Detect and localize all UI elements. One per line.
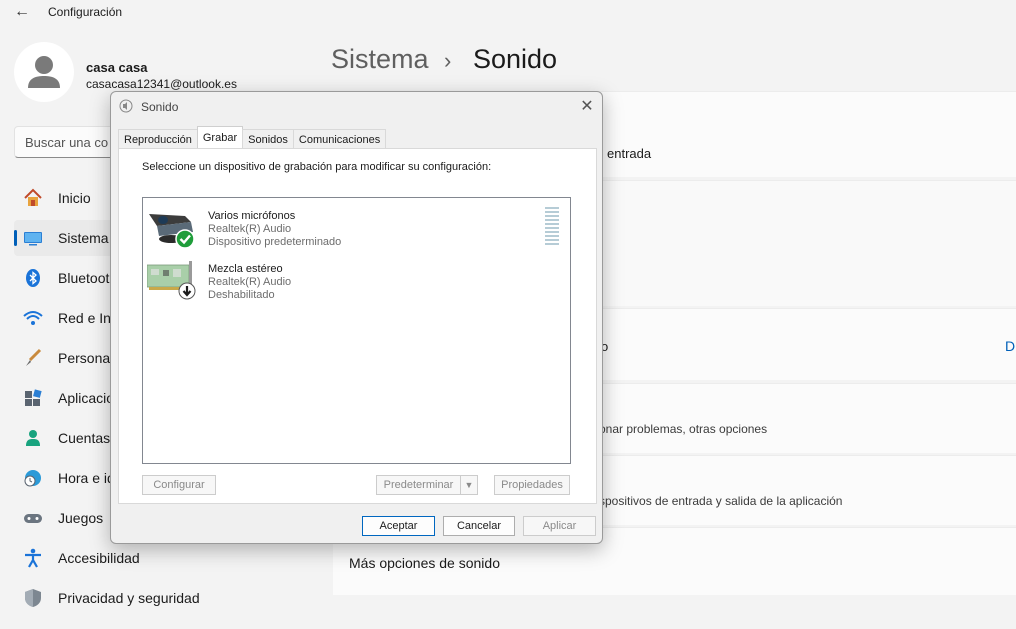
sidebar-item-label: Hora e id <box>58 470 115 486</box>
sidebar-item-label: Bluetoot <box>58 270 110 286</box>
sidebar-item-time-language[interactable]: Hora e id <box>14 460 115 496</box>
accounts-icon <box>22 427 44 449</box>
configure-button[interactable]: Configurar <box>142 475 216 495</box>
tab-sounds[interactable]: Sonidos <box>242 129 294 149</box>
sidebar-item-personalization[interactable]: Personal <box>14 340 114 376</box>
sidebar-item-label: Sistema <box>58 230 109 246</box>
sidebar-item-accounts[interactable]: Cuentas <box>14 420 114 456</box>
back-arrow-icon[interactable]: ← <box>14 3 30 21</box>
privacy-shield-icon <box>22 587 44 609</box>
sound-card-icon <box>147 261 196 300</box>
recording-tab-panel: Seleccione un dispositivo de grabación p… <box>118 148 597 504</box>
sidebar-item-label: Red e Int <box>58 310 115 326</box>
breadcrumb-parent[interactable]: Sistema <box>331 44 429 75</box>
apply-button[interactable]: Aplicar <box>523 516 596 536</box>
device-status: Dispositivo predeterminado <box>208 236 342 248</box>
tab-communications[interactable]: Comunicaciones <box>292 129 387 149</box>
sidebar-item-label: Inicio <box>58 190 91 206</box>
sidebar-item-label: Cuentas <box>58 430 111 446</box>
sidebar-item-sistema[interactable]: Sistema <box>14 220 114 256</box>
home-icon <box>22 187 44 209</box>
list-item[interactable]: Mezcla estéreo Realtek(R) Audio Deshabil… <box>147 259 547 305</box>
level-meter <box>545 207 559 245</box>
card-input-label: entrada <box>607 146 652 161</box>
sidebar-item-inicio[interactable]: Inicio <box>14 180 114 216</box>
sidebar-item-bluetooth[interactable]: Bluetoot <box>14 260 114 296</box>
tab-recording[interactable]: Grabar <box>196 126 244 148</box>
card-troubleshoot-desc: onar problemas, otras opciones <box>599 422 768 436</box>
sidebar-item-privacy[interactable]: Privacidad y seguridad <box>14 580 200 616</box>
instructions-text: Seleccione un dispositivo de grabación p… <box>142 161 492 173</box>
user-email: casacasa12341@outlook.es <box>86 77 237 91</box>
tab-playback[interactable]: Reproducción <box>118 129 198 149</box>
speaker-icon <box>119 99 133 113</box>
app-title: Configuración <box>48 5 123 19</box>
page-title: Sonido <box>473 44 558 74</box>
sound-dialog: Sonido ✕ Reproducción Grabar Sonidos Com… <box>110 91 603 544</box>
breadcrumb-separator: › <box>444 48 452 73</box>
card-default-value[interactable]: D <box>1005 338 1015 354</box>
sidebar-item-label: Personal <box>58 350 114 366</box>
sidebar-item-gaming[interactable]: Juegos <box>14 500 114 536</box>
sidebar-item-network[interactable]: Red e Int <box>14 300 115 336</box>
search-input[interactable]: Buscar una co <box>14 126 124 158</box>
user-avatar-icon <box>28 56 60 88</box>
accept-button[interactable]: Aceptar <box>362 516 435 536</box>
user-name: casa casa <box>86 60 148 75</box>
sidebar-item-label: Privacidad y seguridad <box>58 590 200 606</box>
card-app-devices-desc: spositivos de entrada y salida de la apl… <box>599 494 843 508</box>
default-check-icon <box>175 229 195 249</box>
cancel-button[interactable]: Cancelar <box>443 516 515 536</box>
apps-icon <box>22 387 44 409</box>
list-item[interactable]: Varios micrófonos Realtek(R) Audio Dispo… <box>147 206 547 252</box>
device-status: Deshabilitado <box>208 289 275 301</box>
network-icon <box>22 307 44 329</box>
microphone-device-icon <box>149 214 195 249</box>
card-more-sound-label: Más opciones de sonido <box>349 555 500 571</box>
sidebar-item-apps[interactable]: Aplicacio <box>14 380 114 416</box>
recording-device-list[interactable]: Varios micrófonos Realtek(R) Audio Dispo… <box>142 197 571 464</box>
dialog-title: Sonido <box>141 100 179 114</box>
device-driver: Realtek(R) Audio <box>208 276 292 288</box>
device-driver: Realtek(R) Audio <box>208 223 292 235</box>
sidebar-item-label: Aplicacio <box>58 390 115 406</box>
personalization-icon <box>22 347 44 369</box>
accessibility-icon <box>22 547 44 569</box>
system-icon <box>22 227 44 249</box>
close-icon[interactable]: ✕ <box>572 92 602 120</box>
sidebar-item-label: Accesibilidad <box>58 550 140 566</box>
set-default-button[interactable]: Predeterminar <box>376 475 460 495</box>
chevron-down-icon[interactable]: ▼ <box>460 475 478 495</box>
device-name: Varios micrófonos <box>208 210 296 222</box>
sidebar-nav: Inicio Sistema Bluetoot Red e Int Person… <box>14 180 200 620</box>
sidebar-item-accessibility[interactable]: Accesibilidad <box>14 540 140 576</box>
dialog-tabs: Reproducción Grabar Sonidos Comunicacion… <box>118 126 387 149</box>
avatar[interactable] <box>14 42 74 102</box>
title-bar: ← Configuración <box>0 0 1016 24</box>
gaming-icon <box>22 507 44 529</box>
time-language-icon <box>22 467 44 489</box>
sidebar-item-label: Juegos <box>58 510 104 526</box>
bluetooth-icon <box>22 267 44 289</box>
properties-button[interactable]: Propiedades <box>494 475 570 495</box>
device-name: Mezcla estéreo <box>208 263 283 275</box>
